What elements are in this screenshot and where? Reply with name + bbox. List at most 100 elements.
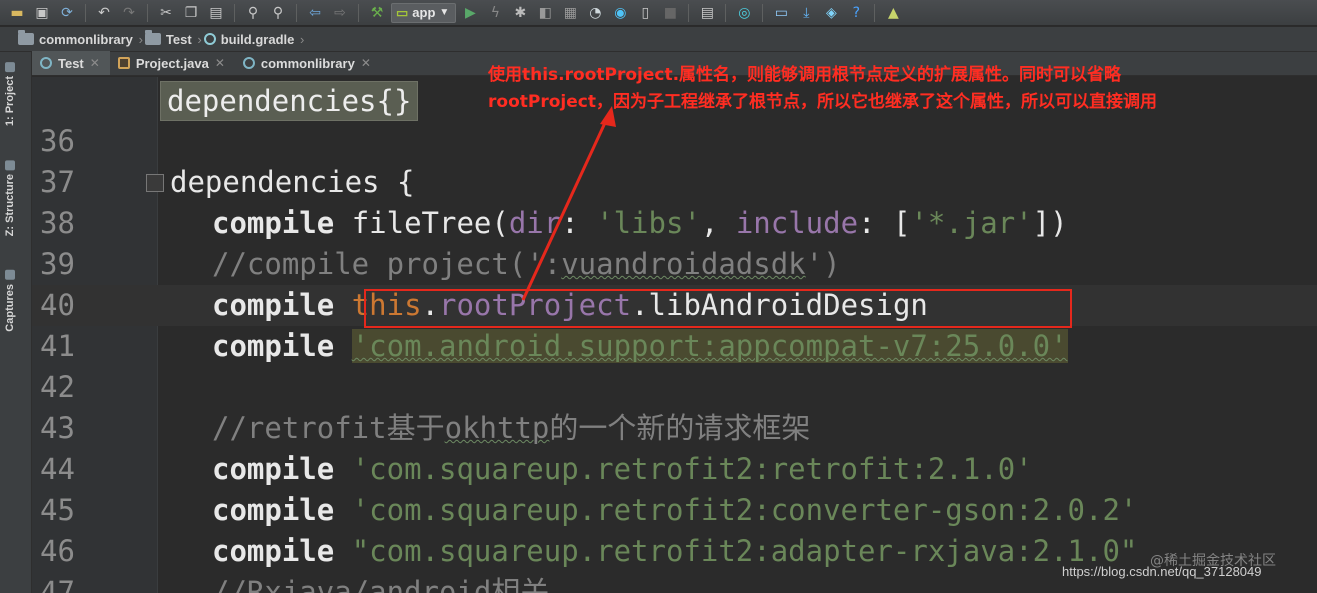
undo-icon[interactable]: ↶ [93, 2, 115, 24]
run-icon[interactable]: ▶ [459, 2, 481, 24]
android-icon[interactable]: ▲ [882, 2, 904, 24]
fold-marker-icon[interactable] [146, 174, 164, 192]
line-number: 37 [40, 165, 75, 199]
line-number: 41 [40, 329, 75, 363]
help-icon[interactable]: ? [845, 2, 867, 24]
tab-label: commonlibrary [260, 55, 355, 71]
run-config-select[interactable]: ▭ app ▼ [391, 2, 457, 23]
annotation-text: 使用this.rootProject.属性名，则能够调用根节点定义的扩展属性。同… [488, 62, 1308, 116]
sync-icon[interactable]: ⟳ [56, 2, 78, 24]
run-config-label: app [412, 5, 436, 20]
breadcrumb-item-commonlibrary[interactable]: commonlibrary [18, 30, 145, 47]
redo-icon[interactable]: ↷ [118, 2, 140, 24]
gradle-sync-icon[interactable]: ◎ [733, 2, 755, 24]
code-editor[interactable]: 36 37 dependencies { 38 compile fileTree… [32, 77, 1317, 593]
line-number: 36 [40, 124, 75, 158]
code-line-39: 39 //compile project(':vuandroidadsdk') [32, 244, 1317, 285]
code-text: compile fileTree(dir: 'libs', include: [… [212, 206, 1068, 240]
paste-icon[interactable]: ▤ [205, 2, 227, 24]
profile-icon[interactable]: ◧ [534, 2, 556, 24]
tab-label: Test [58, 55, 84, 71]
gradle-file-icon [242, 57, 255, 69]
debug-icon[interactable]: ✱ [509, 2, 531, 24]
toolbar-separator [85, 3, 86, 22]
tab-label: Project.java [135, 55, 209, 71]
close-icon[interactable]: ✕ [361, 56, 371, 70]
toolbar-separator [688, 3, 690, 22]
cut-icon[interactable]: ✂ [155, 2, 177, 24]
code-text: //retrofit基于okhttp的一个新的请求框架 [212, 411, 811, 445]
avd-manager-icon[interactable]: ▯ [634, 2, 656, 24]
tool-window-project[interactable]: 1: Project [4, 62, 16, 126]
tool-window-captures-label: Captures [4, 284, 16, 332]
find-icon[interactable]: ⚲ [242, 2, 264, 24]
project-structure-icon[interactable]: ▤ [696, 2, 718, 24]
build-hammer-icon[interactable]: ⚒ [366, 2, 388, 24]
line-number: 43 [40, 411, 75, 445]
highlight-box [364, 289, 1072, 328]
sync-gradle-icon[interactable]: ◉ [609, 2, 631, 24]
breadcrumb-item-build-gradle[interactable]: build.gradle [203, 31, 307, 47]
coverage-icon[interactable]: ▦ [559, 2, 581, 24]
toolbar-separator [874, 3, 876, 22]
toolbar-separator [725, 3, 727, 22]
gradle-file-icon [203, 33, 216, 45]
tab-project-java[interactable]: Project.java ✕ [110, 51, 235, 75]
gradle-file-icon [40, 57, 52, 69]
line-number: 39 [40, 247, 75, 281]
code-line-44: 44 compile 'com.squareup.retrofit2:retro… [32, 449, 1317, 490]
annotation-line-1: 使用this.rootProject.属性名，则能够调用根节点定义的扩展属性。同… [488, 65, 1122, 85]
attach-debugger-icon[interactable]: ◔ [584, 2, 606, 24]
line-number: 38 [40, 206, 75, 240]
forward-icon[interactable]: ⇨ [329, 2, 351, 24]
code-line-36: 36 [32, 121, 1317, 162]
code-text: compile 'com.android.support:appcompat-v… [212, 329, 1068, 363]
watermark-url: https://blog.csdn.net/qq_37128049 [1062, 564, 1262, 579]
line-number: 42 [40, 370, 75, 404]
toolbar-separator [234, 3, 235, 22]
sdk-manager-icon[interactable]: ⤓ [795, 2, 817, 24]
copy-icon[interactable]: ❐ [180, 2, 202, 24]
layers-icon[interactable]: ◈ [820, 2, 842, 24]
code-text: dependencies { [170, 165, 415, 199]
folder-icon [144, 30, 161, 45]
code-line-41: 41 compile 'com.android.support:appcompa… [32, 326, 1317, 367]
code-text: //Rxjava/android相关 [212, 575, 550, 593]
main-toolbar: ▬ ▣ ⟳ ↶ ↷ ✂ ❐ ▤ ⚲ ⚲ ⇦ ⇨ ⚒ ▭ app ▼ ▶ ϟ ✱ … [0, 0, 1317, 26]
breadcrumb-label: commonlibrary [39, 31, 133, 47]
code-text: //compile project(':vuandroidadsdk') [212, 247, 841, 281]
code-text: compile "com.squareup.retrofit2:adapter-… [212, 534, 1138, 568]
line-number: 44 [40, 452, 75, 486]
toolbar-separator [762, 3, 764, 22]
java-file-icon [117, 57, 130, 69]
tool-window-structure[interactable]: Z: Structure [4, 160, 16, 236]
breadcrumb-item-test[interactable]: Test [144, 30, 204, 47]
tab-commonlibrary[interactable]: commonlibrary ✕ [235, 51, 381, 75]
tab-test[interactable]: Test ✕ [32, 51, 110, 75]
toolbar-separator [147, 3, 148, 22]
chevron-down-icon: ▼ [439, 7, 450, 18]
project-icon [5, 62, 15, 72]
scope-breadcrumb-popup: dependencies{} [160, 81, 419, 121]
toolbar-separator [296, 3, 297, 22]
apply-changes-icon[interactable]: ϟ [484, 2, 506, 24]
stop-icon[interactable]: ■ [659, 2, 681, 24]
breadcrumb-label: build.gradle [220, 31, 295, 47]
code-line-43: 43 //retrofit基于okhttp的一个新的请求框架 [32, 408, 1317, 449]
code-line-38: 38 compile fileTree(dir: 'libs', include… [32, 203, 1317, 244]
annotation-line-2: rootProject，因为子工程继承了根节点，所以它也继承了这个属性，所以可以… [488, 92, 1157, 112]
save-icon[interactable]: ▣ [31, 2, 53, 24]
open-folder-icon[interactable]: ▬ [6, 2, 28, 24]
replace-icon[interactable]: ⚲ [267, 2, 289, 24]
code-line-45: 45 compile 'com.squareup.retrofit2:conve… [32, 490, 1317, 531]
code-line-37: 37 dependencies { [32, 162, 1317, 203]
breadcrumb: commonlibrary Test build.gradle [0, 27, 1317, 52]
close-icon[interactable]: ✕ [90, 56, 100, 70]
device-monitor-icon[interactable]: ▭ [770, 2, 792, 24]
close-icon[interactable]: ✕ [215, 56, 225, 70]
line-number: 47 [40, 575, 75, 593]
tool-window-project-label: 1: Project [4, 76, 16, 127]
back-icon[interactable]: ⇦ [304, 2, 326, 24]
android-module-icon: ▭ [396, 4, 409, 20]
tool-window-captures[interactable]: Captures [4, 270, 16, 332]
